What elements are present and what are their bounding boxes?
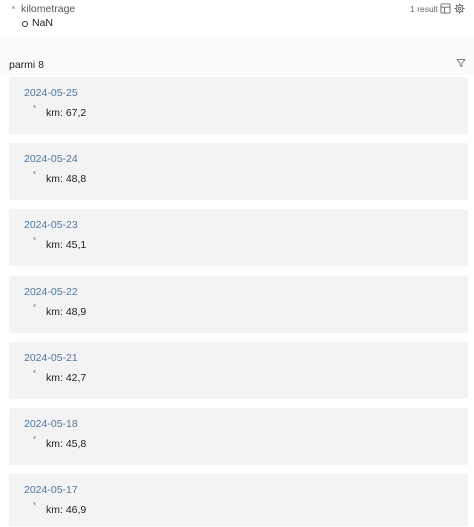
entry-date-link[interactable]: 2024-05-23 bbox=[24, 219, 78, 231]
entry-date-link[interactable]: 2024-05-24 bbox=[24, 153, 78, 165]
entry-date-link[interactable]: 2024-05-17 bbox=[24, 484, 78, 496]
entry-bullet bbox=[33, 436, 36, 439]
entry-date-link[interactable]: 2024-05-18 bbox=[24, 418, 78, 430]
table-icon[interactable] bbox=[440, 3, 451, 14]
list-item: 2024-05-22 km: 48,9 bbox=[9, 276, 468, 333]
hollow-bullet bbox=[22, 21, 28, 27]
list-item: 2024-05-23 km: 45,1 bbox=[9, 209, 468, 266]
list-item: 2024-05-21 km: 42,7 bbox=[9, 342, 468, 399]
entry-bullet bbox=[33, 370, 36, 373]
entry-date-link[interactable]: 2024-05-25 bbox=[24, 87, 78, 99]
result-count: 1 result bbox=[410, 4, 438, 14]
entry-value: km: 46,9 bbox=[46, 504, 87, 516]
entry-bullet bbox=[33, 105, 36, 108]
entry-value: km: 45,1 bbox=[46, 239, 87, 251]
list-item: 2024-05-17 km: 46,9 bbox=[9, 474, 468, 526]
property-value: NaN bbox=[32, 17, 54, 29]
list-item: 2024-05-24 km: 48,8 bbox=[9, 143, 468, 200]
entry-value: km: 67,2 bbox=[46, 107, 87, 119]
property-header: kilometrage 1 result bbox=[8, 3, 466, 17]
entry-bullet bbox=[33, 502, 36, 505]
entry-bullet bbox=[33, 304, 36, 307]
entry-date-link[interactable]: 2024-05-22 bbox=[24, 286, 78, 298]
entry-value: km: 42,7 bbox=[46, 372, 87, 384]
list-item: 2024-05-18 km: 45,8 bbox=[9, 408, 468, 465]
property-name: kilometrage bbox=[21, 3, 76, 15]
property-bullet bbox=[12, 6, 15, 9]
group-header-strip bbox=[0, 35, 474, 75]
gear-icon[interactable] bbox=[454, 3, 465, 14]
entry-value: km: 48,9 bbox=[46, 306, 87, 318]
list-item: 2024-05-25 km: 67,2 bbox=[9, 77, 468, 134]
entry-value: km: 45,8 bbox=[46, 438, 87, 450]
group-title: parmi 8 bbox=[9, 59, 45, 71]
entry-bullet bbox=[33, 237, 36, 240]
entry-value: km: 48,8 bbox=[46, 173, 87, 185]
entry-date-link[interactable]: 2024-05-21 bbox=[24, 352, 78, 364]
filter-icon[interactable] bbox=[456, 58, 466, 68]
entry-bullet bbox=[33, 171, 36, 174]
query-results-view: kilometrage 1 result NaN parmi 8 2024-05… bbox=[0, 0, 474, 527]
